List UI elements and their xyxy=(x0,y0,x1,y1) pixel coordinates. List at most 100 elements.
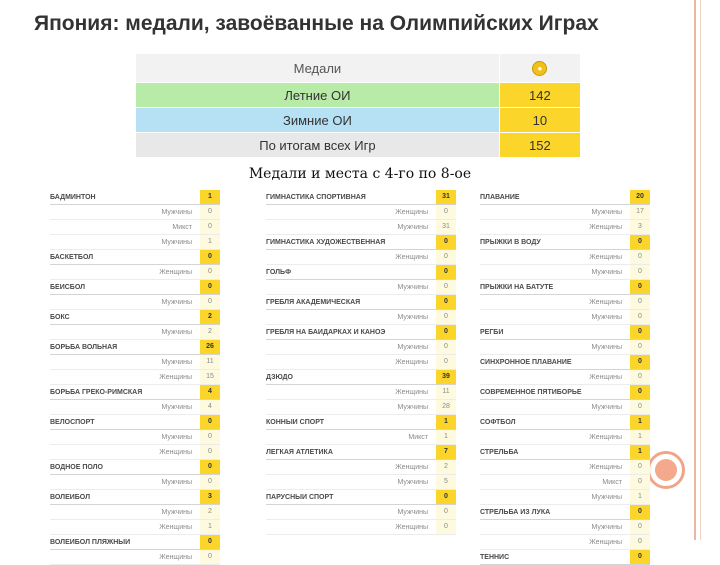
medal-count: 0 xyxy=(200,475,220,489)
sport-row: Бадминтон 1 xyxy=(50,190,220,205)
gender-label: Женщины xyxy=(395,208,428,216)
sport-name: Регби xyxy=(480,328,504,336)
sport-name: Волейбол xyxy=(50,493,90,501)
gender-row: Микст 1 xyxy=(266,430,456,445)
sport-name: Софтбол xyxy=(480,418,516,426)
sport-name: Баскетбол xyxy=(50,253,94,261)
sport-name: Бокс xyxy=(50,313,70,321)
gender-label: Микст xyxy=(408,433,428,441)
sport-row: Борьба вольная 26 xyxy=(50,340,220,355)
medal-count: 0 xyxy=(200,205,220,219)
gender-row: Мужчины 0 xyxy=(266,310,456,325)
gender-label: Женщины xyxy=(159,448,192,456)
medal-count: 0 xyxy=(630,550,650,564)
gender-row: Мужчины 2 xyxy=(50,505,220,520)
gender-label: Микст xyxy=(172,223,192,231)
medal-count: 5 xyxy=(436,475,456,489)
medal-count: 1 xyxy=(200,190,220,204)
gender-row: Женщины 0 xyxy=(266,250,456,265)
gender-label: Женщины xyxy=(589,223,622,231)
gender-row: Мужчины 1 xyxy=(50,235,220,250)
medal-count: 0 xyxy=(436,520,456,534)
medal-count: 1 xyxy=(436,415,456,429)
sport-name: Стрельба xyxy=(480,448,519,456)
sport-row: Гребля академическая 0 xyxy=(266,295,456,310)
gender-label: Мужчины xyxy=(161,238,192,246)
medal-count: 0 xyxy=(630,325,650,339)
gender-label: Мужчины xyxy=(161,328,192,336)
gender-label: Мужчины xyxy=(591,208,622,216)
medal-count: 0 xyxy=(630,250,650,264)
slide-border xyxy=(694,0,696,540)
gender-label: Мужчины xyxy=(397,313,428,321)
gender-row: Женщины 2 xyxy=(266,460,456,475)
gender-row: Мужчины 0 xyxy=(266,280,456,295)
sports-column-1: Бадминтон 1 Мужчины 0 Микст 0 Мужчины 1 Баскетбо… xyxy=(50,190,220,565)
medal-count: 11 xyxy=(200,355,220,369)
gender-row: Женщины 0 xyxy=(480,460,650,475)
gender-label: Мужчины xyxy=(161,433,192,441)
gender-label: Женщины xyxy=(395,463,428,471)
gender-row: Женщины 0 xyxy=(480,535,650,550)
gender-label: Микст xyxy=(602,478,622,486)
summary-row-label: Зимние ОИ xyxy=(135,107,500,133)
gender-row: Мужчины 1 xyxy=(480,490,650,505)
medal-count: 2 xyxy=(200,505,220,519)
medal-count: 0 xyxy=(200,550,220,564)
summary-row-value: 152 xyxy=(498,132,582,158)
gender-label: Женщины xyxy=(395,253,428,261)
gender-label: Мужчины xyxy=(161,478,192,486)
summary-header-icon-cell: ● xyxy=(498,53,582,83)
medal-count: 0 xyxy=(436,355,456,369)
sport-row: Гребля на байдарках и каноэ 0 xyxy=(266,325,456,340)
gender-label: Мужчины xyxy=(397,223,428,231)
sport-row: Волейбол 3 xyxy=(50,490,220,505)
gender-row: Микст 0 xyxy=(50,220,220,235)
sport-name: Бадминтон xyxy=(50,193,96,201)
medal-count: 0 xyxy=(436,310,456,324)
medal-count: 1 xyxy=(436,430,456,444)
medal-count: 0 xyxy=(630,370,650,384)
medal-count: 15 xyxy=(200,370,220,384)
gender-label: Мужчины xyxy=(591,343,622,351)
medal-count: 1 xyxy=(630,415,650,429)
page-title: Япония: медали, завоёванные на Олимпийск… xyxy=(34,12,599,35)
sport-row: Стрельба 1 xyxy=(480,445,650,460)
medal-count: 0 xyxy=(436,505,456,519)
gender-row: Мужчины 5 xyxy=(266,475,456,490)
sport-row: Дзюдо 39 xyxy=(266,370,456,385)
summary-row-label: Летние ОИ xyxy=(135,82,500,108)
gender-row: Женщины 0 xyxy=(266,355,456,370)
medal-count: 0 xyxy=(436,295,456,309)
summary-header-row: Медали ● xyxy=(135,53,582,83)
medal-count: 1 xyxy=(630,490,650,504)
medal-count: 0 xyxy=(436,265,456,279)
sport-name: Гребля академическая xyxy=(266,298,361,306)
gender-row: Женщины 0 xyxy=(480,250,650,265)
gender-label: Мужчины xyxy=(161,358,192,366)
gender-row: Мужчины 0 xyxy=(50,295,220,310)
sport-row: Стрельба из лука 0 xyxy=(480,505,650,520)
gender-label: Мужчины xyxy=(397,508,428,516)
medal-count: 0 xyxy=(436,250,456,264)
gender-label: Мужчины xyxy=(397,478,428,486)
sport-name: Прыжки на батуте xyxy=(480,283,554,291)
sport-name: Плавание xyxy=(480,193,520,201)
gender-label: Мужчины xyxy=(591,313,622,321)
gender-row: Мужчины 2 xyxy=(50,325,220,340)
medal-count: 4 xyxy=(200,385,220,399)
sport-name: Конный спорт xyxy=(266,418,325,426)
sport-name: Гольф xyxy=(266,268,292,276)
gender-row: Женщины 0 xyxy=(266,205,456,220)
decorative-circle xyxy=(647,451,685,489)
sport-row: Бейсбол 0 xyxy=(50,280,220,295)
medal-count: 0 xyxy=(200,460,220,474)
sport-row: Волейбол пляжный 0 xyxy=(50,535,220,550)
gender-row: Мужчины 0 xyxy=(50,475,220,490)
gender-label: Женщины xyxy=(159,268,192,276)
gender-row: Женщины 15 xyxy=(50,370,220,385)
gender-label: Мужчины xyxy=(397,403,428,411)
gender-label: Мужчины xyxy=(591,493,622,501)
sport-row: Софтбол 1 xyxy=(480,415,650,430)
gender-label: Женщины xyxy=(589,463,622,471)
